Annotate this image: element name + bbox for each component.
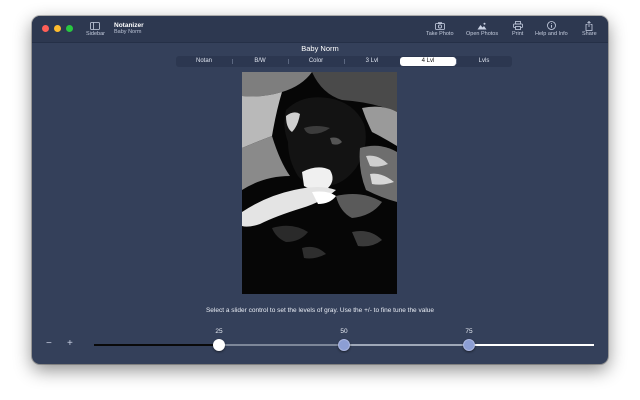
take-photo-button[interactable]: Take Photo <box>426 20 454 38</box>
open-photos-label: Open Photos <box>466 31 499 37</box>
dark-level-segment <box>94 344 219 346</box>
tab-4-lvl[interactable]: 4 Lvl <box>400 57 456 66</box>
take-photo-label: Take Photo <box>426 31 454 37</box>
light-level-segment <box>469 344 594 346</box>
zoom-window-button[interactable] <box>66 25 73 32</box>
slider-thumb-50[interactable] <box>338 339 350 351</box>
close-window-button[interactable] <box>42 25 49 32</box>
slider-thumb-75[interactable] <box>463 339 475 351</box>
help-label: Help and Info <box>535 31 568 37</box>
increment-button[interactable]: + <box>67 338 73 350</box>
title-bar: Sidebar Notanizer Baby Norm Take Photo O… <box>32 16 608 43</box>
help-button[interactable]: Help and Info <box>535 20 568 38</box>
print-label: Print <box>512 31 524 37</box>
tab-notan[interactable]: Notan <box>176 56 232 67</box>
posterized-photo <box>242 72 397 294</box>
document-subtitle: Baby Norm <box>114 29 142 35</box>
share-icon <box>585 20 593 31</box>
open-photos-button[interactable]: Open Photos <box>466 20 498 38</box>
instruction-text: Select a slider control to set the level… <box>205 307 435 314</box>
print-button[interactable]: Print <box>512 20 523 38</box>
app-window: Sidebar Notanizer Baby Norm Take Photo O… <box>32 16 608 364</box>
page-title: Baby Norm <box>301 44 339 53</box>
tab-color[interactable]: Color <box>288 56 344 67</box>
thumb-value-50: 50 <box>340 328 348 335</box>
photos-icon <box>477 20 487 31</box>
slider-thumb-25[interactable] <box>213 339 225 351</box>
sidebar-toggle-button[interactable]: Sidebar <box>86 20 105 38</box>
tab-lvls[interactable]: Lvls <box>456 56 512 67</box>
info-icon <box>546 20 556 31</box>
mid-dark-level-segment <box>219 344 344 346</box>
mid-light-level-segment <box>344 344 469 346</box>
share-button[interactable]: Share <box>582 20 597 38</box>
decrement-button[interactable]: − <box>46 338 52 350</box>
tab-bw[interactable]: B/W <box>232 56 288 67</box>
thumb-value-25: 25 <box>215 328 223 335</box>
mode-segmented-control: Notan B/W Color 3 Lvl 4 Lvl Lvls <box>176 56 512 67</box>
tab-3-lvl[interactable]: 3 Lvl <box>344 56 400 67</box>
thumb-value-75: 75 <box>465 328 473 335</box>
sidebar-button-label: Sidebar <box>86 31 105 37</box>
minimize-window-button[interactable] <box>54 25 61 32</box>
camera-icon <box>434 20 445 31</box>
printer-icon <box>512 20 523 31</box>
sidebar-icon <box>90 20 101 31</box>
share-label: Share <box>582 31 597 37</box>
